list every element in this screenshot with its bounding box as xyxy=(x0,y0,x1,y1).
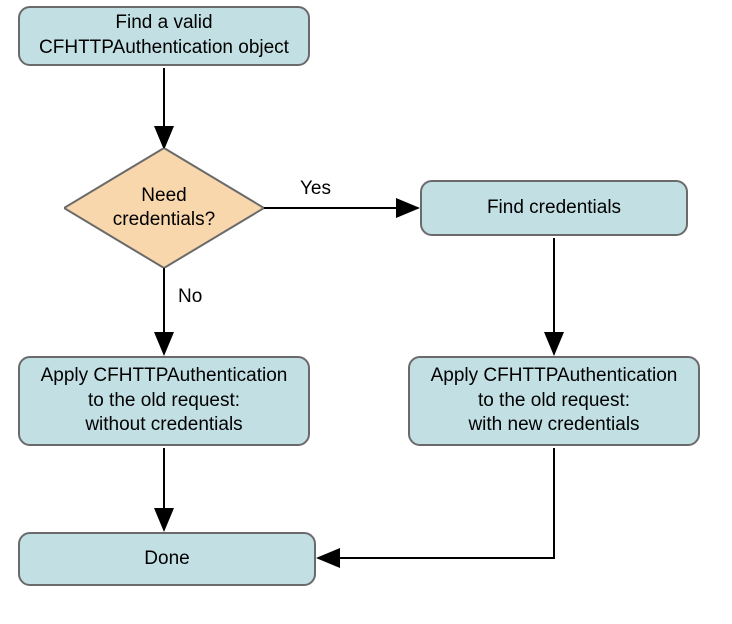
node-need-credentials-text: Need credentials? xyxy=(64,148,264,268)
node-find-valid-text: Find a valid CFHTTPAuthentication object xyxy=(39,11,289,60)
edge-label-no: No xyxy=(178,286,202,308)
node-need-credentials: Need credentials? xyxy=(64,148,264,268)
node-apply-without-text: Apply CFHTTPAuthentication to the old re… xyxy=(41,364,288,438)
node-apply-with: Apply CFHTTPAuthentication to the old re… xyxy=(408,356,700,446)
node-find-valid: Find a valid CFHTTPAuthentication object xyxy=(18,6,310,66)
flow-arrows xyxy=(0,0,732,624)
node-apply-without: Apply CFHTTPAuthentication to the old re… xyxy=(18,356,310,446)
edge-label-yes: Yes xyxy=(300,178,331,200)
node-apply-with-text: Apply CFHTTPAuthentication to the old re… xyxy=(431,364,678,438)
node-done: Done xyxy=(18,532,316,586)
node-find-credentials-text: Find credentials xyxy=(487,196,621,221)
node-done-text: Done xyxy=(144,547,189,572)
node-find-credentials: Find credentials xyxy=(420,180,688,236)
